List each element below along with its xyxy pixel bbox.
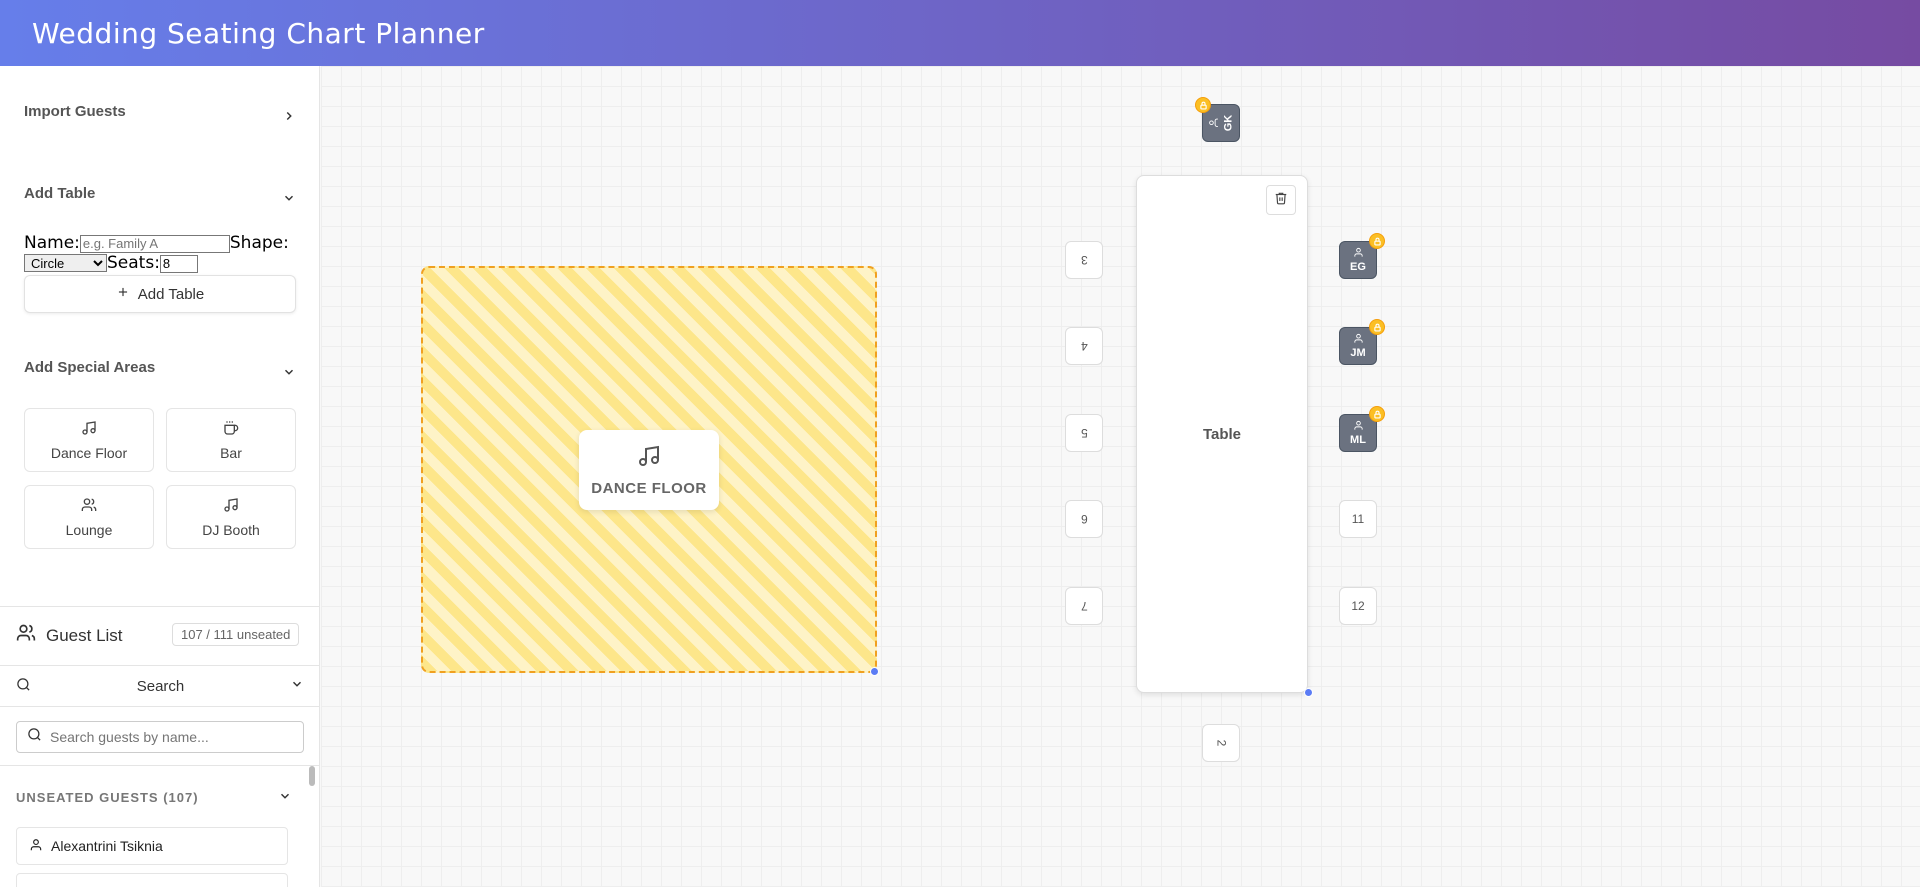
user-icon [1353, 247, 1364, 261]
guest-initials: JM [1350, 347, 1366, 359]
add-table-button-label: Add Table [137, 285, 205, 303]
guest-list-title: Guest List [16, 623, 123, 648]
chevron-down-icon [282, 365, 296, 379]
table-label: Table [1202, 425, 1242, 443]
chevron-down-icon [290, 677, 304, 695]
app-header: Wedding Seating Chart Planner [0, 0, 1920, 66]
unseated-count-badge: 107 / 111 unseated [172, 623, 300, 646]
seat-3[interactable]: 3 [1065, 241, 1103, 279]
table-resize-handle[interactable] [1304, 688, 1313, 697]
users-icon [16, 623, 36, 648]
seat-number: 2 [1214, 739, 1228, 747]
user-icon [29, 838, 43, 855]
guest-initials: ML [1350, 434, 1366, 446]
guest-search-input[interactable] [50, 729, 290, 745]
lock-icon [1369, 319, 1385, 335]
app-title: Wedding Seating Chart Planner [32, 16, 485, 50]
lock-icon [1369, 406, 1385, 422]
add-table-title: Add Table [24, 184, 96, 202]
coffee-icon [223, 420, 239, 439]
dance-floor-label-text: DANCE FLOOR [591, 479, 707, 497]
guest-list-item[interactable]: Alexantrini Tsiknia [16, 827, 288, 865]
unseated-divider [0, 765, 319, 766]
dance-floor-resize-handle[interactable] [870, 667, 879, 676]
area-card-lounge[interactable]: Lounge [24, 485, 154, 549]
user-icon [1353, 333, 1364, 347]
area-card-dance-floor[interactable]: Dance Floor [24, 408, 154, 472]
seat-4[interactable]: 4 [1065, 327, 1103, 365]
seat-7[interactable]: 7 [1065, 587, 1103, 625]
add-table-button[interactable]: Add Table [24, 275, 296, 313]
table-name-input[interactable] [79, 234, 230, 253]
music-icon [81, 420, 97, 439]
table-shape-select[interactable]: Circle [24, 254, 107, 272]
area-card-label: Dance Floor [50, 444, 128, 461]
seat-5[interactable]: 5 [1065, 414, 1103, 452]
sidebar: Import Guests Add Table Name: Shape: Circ… [0, 66, 320, 887]
seat-number: 3 [1080, 253, 1088, 267]
seat-number: 4 [1080, 339, 1088, 353]
seat-number: 7 [1080, 599, 1088, 613]
plus-icon [116, 285, 130, 303]
table-seats-label: Seats: [107, 253, 160, 273]
guest-search-box [16, 721, 304, 753]
dance-floor-label: DANCE FLOOR [579, 430, 719, 510]
seat-number: 5 [1080, 426, 1088, 440]
guest-list-title-text: Guest List [46, 625, 123, 645]
seat-number: 6 [1080, 512, 1088, 526]
guest-list-divider [0, 606, 319, 607]
seat-12[interactable]: 12 [1339, 587, 1377, 625]
table-rectangle[interactable]: Table [1136, 175, 1308, 693]
table-shape-label: Shape: [229, 233, 289, 253]
guest-list-scrollbar[interactable] [309, 766, 315, 786]
area-card-bar[interactable]: Bar [166, 408, 296, 472]
area-card-label: DJ Booth [202, 521, 260, 538]
search-icon [16, 677, 31, 696]
table-seats-input[interactable] [159, 254, 198, 273]
guest-name: Alexantrini Tsiknia [51, 838, 163, 854]
chevron-down-icon [282, 191, 296, 205]
guest-initials: GK [1222, 114, 1234, 132]
import-guests-title: Import Guests [24, 102, 126, 120]
guest-list-item[interactable] [16, 873, 288, 887]
unseated-guests-toggle[interactable]: UNSEATED GUESTS (107) [16, 789, 292, 806]
music-icon [637, 444, 661, 472]
chevron-right-icon [282, 109, 296, 123]
search-toggle-label: Search [136, 677, 185, 695]
seat-number: 11 [1351, 512, 1365, 526]
lock-icon [1369, 233, 1385, 249]
area-card-label: Bar [220, 444, 242, 461]
seat-2[interactable]: 2 [1202, 724, 1240, 762]
area-card-label: Lounge [65, 521, 113, 538]
guest-initials: EG [1350, 261, 1366, 273]
user-icon [1208, 118, 1222, 129]
music-icon [223, 497, 239, 516]
lock-icon [1195, 97, 1211, 113]
area-card-dj-booth[interactable]: DJ Booth [166, 485, 296, 549]
delete-table-button[interactable] [1266, 185, 1296, 215]
users-icon [81, 497, 97, 516]
chevron-down-icon [278, 789, 292, 806]
user-icon [1353, 420, 1364, 434]
seat-11[interactable]: 11 [1339, 500, 1377, 538]
special-areas-toggle[interactable]: Add Special Areas [24, 355, 296, 379]
unseated-guests-title: UNSEATED GUESTS (107) [16, 790, 199, 805]
add-table-form-row-2: CircleSeats: [24, 253, 314, 273]
seat-number: 12 [1351, 599, 1365, 613]
add-table-toggle[interactable]: Add Table [24, 181, 296, 205]
table-name-label: Name: [24, 233, 80, 253]
trash-icon [1274, 191, 1288, 210]
search-toggle[interactable]: Search [0, 665, 319, 707]
add-table-form-row-1: Name: Shape: [24, 233, 314, 253]
seat-6[interactable]: 6 [1065, 500, 1103, 538]
search-icon [27, 727, 42, 747]
import-guests-toggle[interactable]: Import Guests [24, 99, 296, 123]
special-areas-title: Add Special Areas [24, 358, 156, 376]
